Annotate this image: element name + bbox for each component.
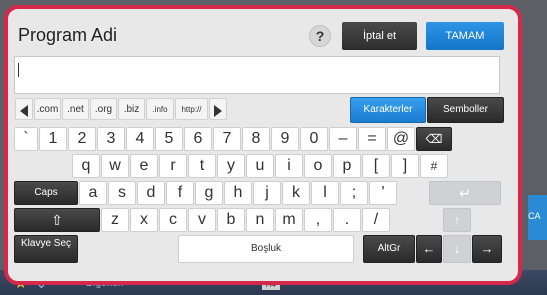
program-name-input[interactable]	[14, 56, 500, 94]
domain-scroll-left-button[interactable]	[15, 98, 33, 120]
key[interactable]: 3	[97, 127, 125, 151]
key[interactable]: 4	[126, 127, 154, 151]
key[interactable]: 1	[39, 127, 67, 151]
keyboard-row-3: Caps a s d f g h j k l ; ' ↵	[8, 181, 518, 207]
keyboard-select-button[interactable]: Klavye Seç	[14, 235, 78, 263]
key[interactable]: c	[159, 208, 187, 232]
characters-tab[interactable]: Karakterler	[350, 97, 426, 123]
background-right-tab: CA	[528, 195, 547, 240]
program-name-dialog: Program Adi ? İptal et TAMAM .com .net .…	[4, 5, 522, 285]
domain-key[interactable]: http://	[175, 98, 208, 120]
key[interactable]: 9	[271, 127, 299, 151]
key[interactable]: .	[333, 208, 361, 232]
domain-scroll-right-button[interactable]	[209, 98, 227, 120]
domain-row: .com .net .org .biz .info http:// Karakt…	[8, 97, 518, 123]
keyboard-row-1: ` 1 2 3 4 5 6 7 8 9 0 – = @ ⌫	[8, 127, 518, 153]
dialog-title: Program Adi	[18, 25, 118, 45]
domain-key[interactable]: .net	[62, 98, 89, 120]
cursor-left-button[interactable]: ←	[416, 235, 442, 263]
key[interactable]: a	[79, 181, 107, 205]
key[interactable]: j	[253, 181, 281, 205]
ok-button[interactable]: TAMAM	[426, 22, 504, 50]
key[interactable]: u	[246, 154, 274, 178]
cancel-button[interactable]: İptal et	[342, 22, 417, 50]
arrow-up-icon: ↑	[454, 213, 460, 227]
keyboard-row-4: ⇧ z x c v b n m , . / ↑	[8, 208, 518, 234]
arrow-right-icon: →	[480, 241, 494, 256]
key[interactable]: `	[14, 127, 38, 151]
key[interactable]: f	[166, 181, 194, 205]
key[interactable]: –	[329, 127, 357, 151]
space-button[interactable]: Boşluk	[178, 235, 354, 263]
key[interactable]: p	[333, 154, 361, 178]
backspace-icon: ⌫	[425, 132, 443, 146]
key[interactable]: [	[362, 154, 390, 178]
key[interactable]: t	[188, 154, 216, 178]
key[interactable]: ;	[340, 181, 368, 205]
key[interactable]: 7	[213, 127, 241, 151]
key[interactable]: y	[217, 154, 245, 178]
cursor-up-button[interactable]: ↑	[443, 208, 471, 232]
key[interactable]: '	[369, 181, 397, 205]
key[interactable]: 0	[300, 127, 328, 151]
key[interactable]: r	[159, 154, 187, 178]
domain-key[interactable]: .biz	[118, 98, 145, 120]
cursor-down-button[interactable]: ↓	[443, 235, 471, 263]
cursor-right-button[interactable]: →	[472, 235, 502, 263]
enter-button[interactable]: ↵	[429, 181, 501, 205]
symbols-tab[interactable]: Semboller	[427, 97, 504, 123]
key[interactable]: n	[246, 208, 274, 232]
domain-key[interactable]: .org	[90, 98, 117, 120]
key[interactable]: ,	[304, 208, 332, 232]
key[interactable]: l	[311, 181, 339, 205]
key[interactable]: #	[420, 154, 448, 178]
key[interactable]: z	[101, 208, 129, 232]
backspace-button[interactable]: ⌫	[416, 127, 452, 151]
key[interactable]: x	[130, 208, 158, 232]
key[interactable]: o	[304, 154, 332, 178]
key[interactable]: w	[101, 154, 129, 178]
arrow-down-icon: ↓	[453, 241, 461, 256]
key[interactable]: m	[275, 208, 303, 232]
arrow-left-icon: ←	[422, 241, 436, 256]
key[interactable]: @	[387, 127, 415, 151]
text-caret	[18, 63, 19, 77]
keyboard-row-2: q w e r t y u i o p [ ] #	[8, 154, 518, 180]
keyboard-row-5: Klavye Seç Boşluk AltGr ← ↓ →	[8, 235, 518, 263]
key[interactable]: h	[224, 181, 252, 205]
enter-icon: ↵	[459, 185, 471, 201]
shift-button[interactable]: ⇧	[14, 208, 100, 232]
caps-button[interactable]: Caps	[14, 181, 78, 205]
key[interactable]: b	[217, 208, 245, 232]
domain-key[interactable]: .com	[34, 98, 61, 120]
domain-key[interactable]: .info	[146, 98, 174, 120]
shift-icon: ⇧	[51, 212, 63, 228]
key[interactable]: 6	[184, 127, 212, 151]
key[interactable]: q	[72, 154, 100, 178]
key[interactable]: =	[358, 127, 386, 151]
key[interactable]: k	[282, 181, 310, 205]
key[interactable]: /	[362, 208, 390, 232]
key[interactable]: 2	[68, 127, 96, 151]
key[interactable]: ]	[391, 154, 419, 178]
altgr-button[interactable]: AltGr	[363, 235, 415, 263]
key[interactable]: i	[275, 154, 303, 178]
key[interactable]: v	[188, 208, 216, 232]
key[interactable]: d	[137, 181, 165, 205]
help-button[interactable]: ?	[309, 25, 331, 47]
key[interactable]: g	[195, 181, 223, 205]
key[interactable]: e	[130, 154, 158, 178]
key[interactable]: 8	[242, 127, 270, 151]
key[interactable]: 5	[155, 127, 183, 151]
key[interactable]: s	[108, 181, 136, 205]
